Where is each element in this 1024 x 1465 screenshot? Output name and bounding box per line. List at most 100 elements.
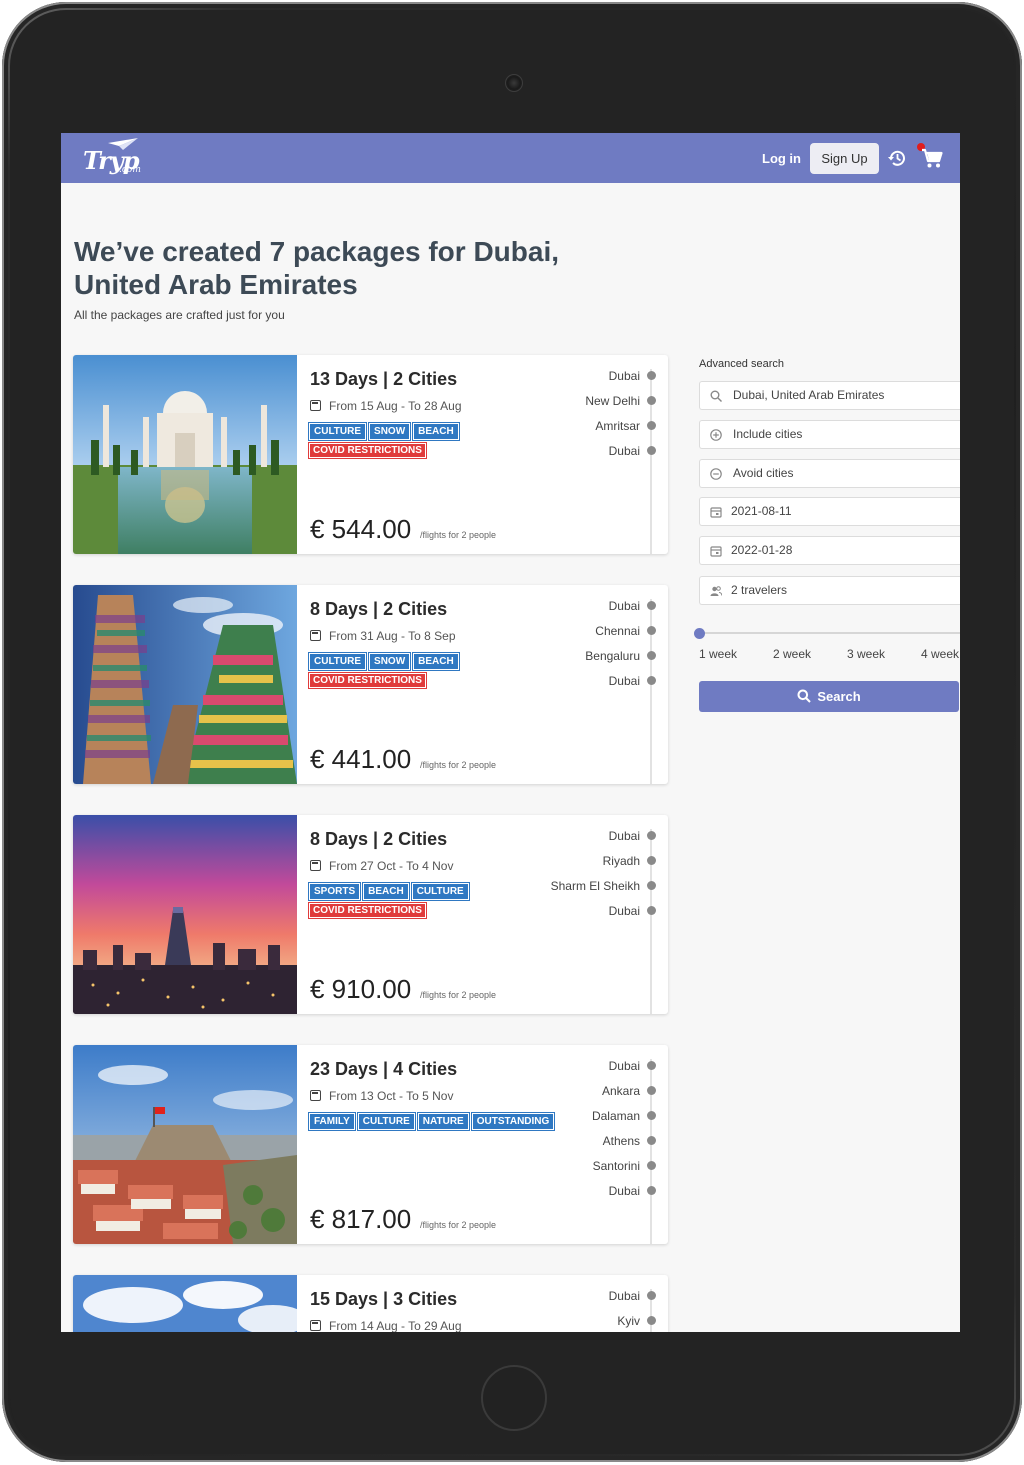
calendar-icon [310, 630, 321, 641]
route-stop: Ankara [602, 1084, 656, 1100]
route-stop: Bengaluru [585, 649, 656, 665]
camera-icon [505, 74, 523, 92]
search-icon [710, 390, 722, 402]
tag-badge: CULTURE [307, 652, 368, 671]
plus-circle-icon [710, 429, 722, 441]
price-note: /flights for 2 people [420, 530, 497, 540]
tag-badge: BEACH [362, 882, 410, 901]
tag-badge: SPORTS [307, 882, 362, 901]
destination-input[interactable]: Dubai, United Arab Emirates [699, 381, 960, 410]
travelers-input[interactable]: 2 travelers [699, 576, 960, 605]
login-link[interactable]: Log in [762, 151, 801, 166]
duration-option[interactable]: 1 week [699, 647, 737, 661]
package-price: € 910.00 [310, 974, 412, 1004]
cart-icon[interactable] [921, 148, 943, 169]
package-card[interactable]: 15 Days | 3 Cities From 14 Aug - To 29 A… [73, 1275, 668, 1332]
travelers-value: 2 travelers [731, 583, 788, 597]
calendar-icon [310, 1320, 321, 1331]
duration-option[interactable]: 4 week [921, 647, 959, 661]
route-stop: Chennai [595, 624, 656, 640]
duration-option[interactable]: 2 week [773, 647, 811, 661]
avoid-cities-input[interactable]: Avoid cities [699, 459, 960, 488]
route-timeline: Dubai Ankara Dalaman Athens Santorini Du… [493, 1059, 668, 1244]
package-tags: SPORTS BEACH CULTURE [307, 881, 473, 901]
package-price: € 544.00 [310, 514, 412, 544]
home-button[interactable] [481, 1365, 547, 1431]
paper-plane-icon [108, 138, 138, 150]
route-stop: Dubai [609, 904, 656, 920]
tag-badge: SNOW [368, 422, 412, 441]
package-dates: From 31 Aug - To 8 Sep [310, 629, 456, 643]
covid-badge: COVID RESTRICTIONS [308, 442, 427, 459]
package-tags: CULTURE SNOW BEACH [307, 651, 463, 671]
covid-badge: COVID RESTRICTIONS [308, 672, 427, 689]
package-card[interactable]: 8 Days | 2 Cities From 27 Oct - To 4 Nov… [73, 815, 668, 1014]
end-date-input[interactable]: 2022-01-28 [699, 536, 960, 565]
page-subtitle: All the packages are crafted just for yo… [74, 308, 285, 322]
duration-slider-thumb[interactable] [694, 628, 705, 639]
route-stop: New Delhi [585, 394, 656, 410]
route-stop: Dubai [609, 599, 656, 615]
package-image-temple [73, 585, 297, 784]
destination-value: Dubai, United Arab Emirates [733, 388, 885, 402]
route-stop: Dubai [609, 1289, 656, 1305]
route-stop: Kyiv [617, 1314, 656, 1330]
calendar-icon [310, 1090, 321, 1101]
package-price: € 817.00 [310, 1204, 412, 1234]
package-dates: From 14 Aug - To 29 Aug [310, 1319, 462, 1332]
start-date-input[interactable]: 2021-08-11 [699, 497, 960, 526]
package-card[interactable]: 8 Days | 2 Cities From 31 Aug - To 8 Sep… [73, 585, 668, 784]
package-title: 15 Days | 3 Cities [310, 1289, 458, 1309]
avoid-cities-placeholder: Avoid cities [733, 466, 794, 480]
tag-badge: BEACH [412, 652, 460, 671]
package-price: € 441.00 [310, 744, 412, 774]
tag-badge: CULTURE [410, 882, 470, 901]
price-note: /flights for 2 people [420, 1220, 497, 1230]
package-image-taj-mahal [73, 355, 297, 554]
tag-badge: CULTURE [307, 422, 368, 441]
route-stop: Amritsar [595, 419, 656, 435]
history-icon[interactable] [887, 148, 907, 168]
calendar-icon [710, 546, 722, 557]
route-stop: Dubai [609, 444, 656, 460]
package-card[interactable]: 13 Days | 2 Cities From 15 Aug - To 28 A… [73, 355, 668, 554]
duration-option[interactable]: 3 week [847, 647, 885, 661]
route-stop: Athens [603, 1134, 656, 1150]
route-stop: Sharm El Sheikh [551, 879, 656, 895]
route-timeline: Dubai Kyiv [493, 1289, 668, 1332]
route-stop: Dubai [609, 1184, 656, 1200]
logo-domain: .com [119, 165, 141, 175]
covid-badge: COVID RESTRICTIONS [308, 902, 427, 919]
route-timeline: Dubai Riyadh Sharm El Sheikh Dubai [493, 829, 668, 1014]
search-button-label: Search [817, 689, 861, 704]
route-stop: Dubai [609, 369, 656, 385]
price-note: /flights for 2 people [420, 990, 497, 1000]
logo[interactable]: Tryp .com [83, 137, 145, 179]
package-image-skyline [73, 815, 297, 1014]
package-title: 8 Days | 2 Cities [310, 829, 448, 849]
include-cities-input[interactable]: Include cities [699, 420, 960, 449]
package-title: 23 Days | 4 Cities [310, 1059, 458, 1079]
package-dates: From 15 Aug - To 28 Aug [310, 399, 462, 413]
route-stop: Dubai [609, 674, 656, 690]
search-button[interactable]: Search [699, 681, 959, 712]
package-image-sky [73, 1275, 297, 1332]
package-dates: From 27 Oct - To 4 Nov [310, 859, 453, 873]
end-date-value: 2022-01-28 [731, 543, 793, 557]
signup-button[interactable]: Sign Up [810, 143, 879, 174]
package-card[interactable]: 23 Days | 4 Cities From 13 Oct - To 5 No… [73, 1045, 668, 1244]
route-timeline: Dubai New Delhi Amritsar Dubai [493, 369, 668, 554]
people-icon [710, 586, 722, 596]
tag-badge: NATURE [416, 1112, 470, 1131]
include-cities-placeholder: Include cities [733, 427, 803, 441]
tag-badge: BEACH [412, 422, 460, 441]
tag-badge: SNOW [368, 652, 412, 671]
route-stop: Dalaman [592, 1109, 656, 1125]
package-title: 13 Days | 2 Cities [310, 369, 458, 389]
package-dates: From 13 Oct - To 5 Nov [310, 1089, 453, 1103]
duration-slider-track[interactable] [699, 632, 960, 634]
package-title: 8 Days | 2 Cities [310, 599, 448, 619]
page-title: We’ve created 7 packages for Dubai, Unit… [74, 236, 560, 300]
price-note: /flights for 2 people [420, 760, 497, 770]
top-navbar: Tryp .com Log in Sign Up [61, 133, 960, 183]
